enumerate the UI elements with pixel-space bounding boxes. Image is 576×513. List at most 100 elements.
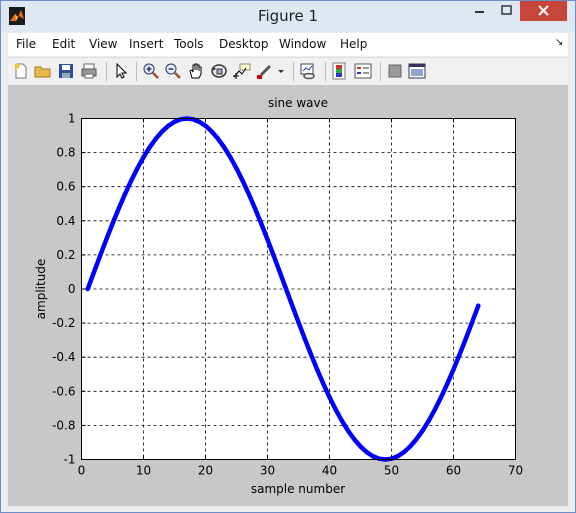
menu-tools[interactable]: Tools (174, 37, 204, 51)
data-point (339, 418, 345, 423)
data-point (147, 145, 152, 150)
save-icon[interactable] (57, 62, 75, 80)
data-point (203, 123, 208, 129)
x-tick-label: 40 (322, 464, 337, 478)
y-axis-label: amplitude (34, 259, 48, 320)
data-point (110, 221, 115, 226)
rotate-3d-icon[interactable] (210, 62, 228, 80)
data-point (116, 206, 121, 211)
data-point (290, 303, 295, 308)
data-point (370, 454, 376, 459)
figure-canvas: 0 10 20 30 40 50 60 70 -1 -0.8 -0.6 -0.4 -0.2 0 0.2 0.… (8, 85, 568, 506)
data-point (376, 456, 382, 461)
data-point (122, 192, 128, 197)
menu-window[interactable]: Window (279, 37, 326, 51)
figure-window: Figure 1 File Edit View Insert Tools Des… (0, 0, 576, 513)
y-tick-label: 0 (68, 282, 76, 296)
zoom-in-icon[interactable] (142, 62, 160, 80)
y-tick-label: 0.8 (56, 146, 75, 160)
y-tick-labels: -1 -0.8 -0.6 -0.4 -0.2 0 0.2 0.4 0.6 0.8 1 (52, 112, 75, 467)
pan-hand-icon[interactable] (187, 62, 205, 80)
show-plot-tools-icon[interactable] (408, 62, 426, 80)
data-point (104, 237, 109, 242)
print-icon[interactable] (80, 62, 98, 80)
x-tick-labels: 0 10 20 30 40 50 60 70 (78, 464, 523, 478)
data-point (414, 437, 419, 442)
x-tick-label: 60 (446, 464, 461, 478)
brush-icon[interactable] (256, 62, 274, 80)
data-point (438, 394, 444, 400)
menu-file[interactable]: File (16, 37, 36, 51)
y-tick-label: 0.4 (56, 214, 75, 228)
data-point (159, 129, 165, 134)
menu-help[interactable]: Help (340, 37, 367, 51)
data-point (345, 428, 351, 433)
data-point (426, 418, 431, 423)
data-point (457, 352, 462, 357)
hide-plot-tools-icon[interactable] (386, 62, 404, 80)
title-bar[interactable]: Figure 1 (1, 1, 575, 32)
x-tick-label: 10 (136, 464, 151, 478)
data-point (209, 129, 214, 134)
data-point (153, 136, 159, 141)
data-point (364, 449, 369, 455)
figure-toolbar (8, 57, 568, 86)
data-point (128, 178, 134, 184)
data-point (221, 145, 227, 150)
maximize-button[interactable] (493, 1, 520, 21)
data-point (97, 253, 103, 258)
data-point (358, 444, 363, 449)
data-point (407, 444, 413, 449)
open-file-icon[interactable] (34, 62, 52, 80)
data-point (445, 381, 450, 386)
maximize-icon (501, 5, 512, 15)
x-axis-label: sample number (251, 482, 345, 496)
data-point (476, 303, 481, 308)
data-point (296, 320, 301, 325)
zoom-out-icon[interactable] (164, 62, 182, 80)
data-point (265, 237, 270, 242)
toolbar-separator (106, 62, 107, 81)
data-point (228, 155, 233, 160)
toolbar-separator (325, 62, 326, 81)
menu-edit[interactable]: Edit (52, 37, 75, 51)
data-point (314, 367, 320, 372)
toolbar-separator (293, 62, 294, 81)
y-tick-label: -0.4 (52, 350, 75, 364)
data-point (283, 286, 289, 292)
legend-icon[interactable] (354, 62, 372, 80)
toolbar-separator (136, 62, 137, 81)
y-tick-label: 0.6 (56, 180, 75, 194)
minimize-button[interactable] (466, 1, 493, 21)
data-cursor-icon[interactable] (233, 62, 251, 80)
dock-arrow-icon[interactable]: ↘ (555, 37, 563, 48)
menu-insert[interactable]: Insert (129, 37, 163, 51)
close-button[interactable] (520, 1, 567, 21)
data-point (240, 178, 245, 184)
y-tick-label: 0.2 (56, 248, 75, 262)
data-point (432, 407, 438, 412)
data-point (420, 428, 425, 433)
data-point (252, 206, 258, 211)
data-point (333, 407, 338, 412)
data-point (190, 117, 196, 122)
toolbar-separator (380, 62, 381, 81)
edit-plot-arrow-icon[interactable] (112, 62, 130, 80)
brush-dropdown-icon[interactable] (276, 62, 286, 80)
x-tick-label: 30 (260, 464, 275, 478)
link-plot-icon[interactable] (299, 62, 317, 80)
data-point (352, 437, 357, 442)
new-figure-icon[interactable] (12, 62, 30, 80)
menu-view[interactable]: View (89, 37, 117, 51)
menu-desktop[interactable]: Desktop (219, 37, 269, 51)
y-tick-label: -0.8 (52, 418, 75, 432)
colorbar-icon[interactable] (331, 62, 349, 80)
minimize-icon (475, 11, 484, 13)
menu-bar: File Edit View Insert Tools Desktop Wind… (8, 33, 568, 56)
y-tick-label: 1 (68, 112, 76, 126)
data-point (85, 286, 90, 292)
data-point (91, 270, 97, 275)
data-point (135, 166, 140, 171)
data-point (141, 155, 146, 160)
data-point (302, 336, 307, 341)
